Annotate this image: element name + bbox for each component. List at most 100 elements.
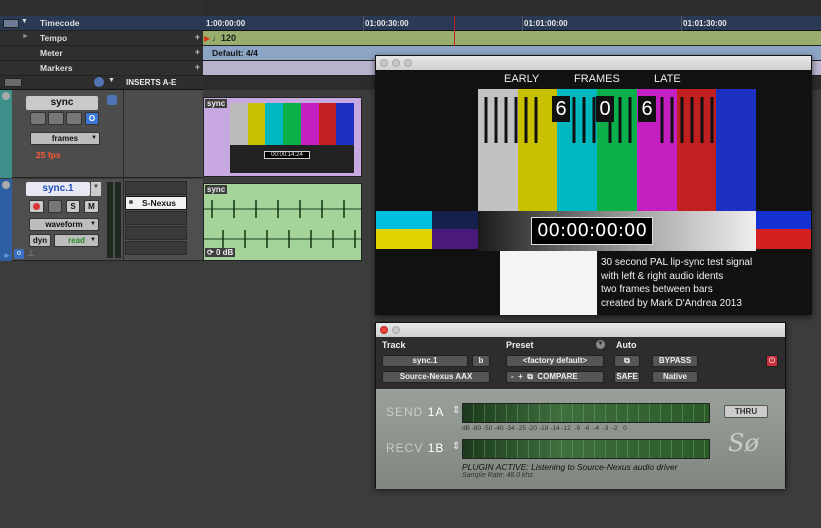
plugin-window[interactable]: Track Preset ▼ Auto sync.1 b <factory de… (375, 322, 786, 489)
track-button[interactable] (30, 112, 46, 125)
track-color-strip (0, 90, 12, 178)
timecode-ruler[interactable]: 1:00:00:00 01:00:30:00 01:01:00:00 01:01… (203, 16, 821, 31)
thumbnail-timecode: 00:00:14:24 (264, 151, 310, 159)
early-label: EARLY (504, 73, 540, 85)
plugin-body: SEND 1A ⇕ dB -80 -50 -40 -34 -25 -20 -18… (376, 389, 785, 489)
recv-level-meter (462, 439, 710, 459)
source-elements-logo: Sø (728, 429, 759, 457)
caption-line: with left & right audio idents (601, 270, 724, 282)
track-type-icon (2, 92, 10, 100)
dropdown-icon: ▼ (90, 221, 96, 227)
track-color-strip (0, 179, 12, 261)
track-section-label: Track (382, 340, 406, 350)
automation-mode-selector[interactable]: read ▼ (54, 234, 99, 247)
sample-rate-text: Sample Rate: 48.0 khz (462, 472, 533, 479)
solo-button[interactable]: S (66, 200, 80, 213)
insert-slot[interactable] (125, 181, 187, 195)
minimize-window-icon[interactable] (392, 59, 400, 67)
playlist-icon[interactable]: o (14, 249, 24, 259)
bypass-button[interactable]: BYPASS (652, 355, 698, 367)
add-tempo-icon[interactable]: + (195, 32, 200, 42)
disclosure-right-icon[interactable]: ► (22, 33, 29, 40)
track-name[interactable]: sync (26, 96, 98, 110)
elastic-audio-icon[interactable]: ⊥ (27, 248, 35, 259)
clip-name: sync (205, 185, 228, 194)
add-marker-icon[interactable]: + (195, 62, 200, 72)
close-window-icon[interactable] (380, 59, 388, 67)
caption-line: two frames between bars (601, 284, 713, 295)
tempo-marker-icon[interactable]: ▶ (204, 34, 210, 43)
frame-digit-center: 0 (596, 96, 614, 122)
clip-name: sync (205, 99, 228, 108)
disclosure-right-icon[interactable]: ► (3, 251, 11, 260)
auto-section-label: Auto (616, 340, 637, 350)
preset-selector[interactable]: <factory default> (506, 355, 604, 367)
ruler-menu-icon[interactable] (3, 19, 19, 28)
thru-button[interactable]: THRU (724, 405, 768, 418)
video-window-titlebar[interactable] (376, 56, 811, 70)
record-icon (33, 203, 40, 210)
insert-slot[interactable] (125, 226, 187, 240)
audio-clip[interactable]: sync ⟳ 0 dB (203, 183, 363, 261)
plugin-selector[interactable]: Source-Nexus AAX (382, 371, 490, 383)
white-block (500, 251, 597, 315)
clip-gain-label[interactable]: ⟳ 0 dB (205, 248, 236, 257)
online-button[interactable]: O (85, 112, 99, 125)
track-list-menu-icon[interactable] (4, 78, 22, 87)
native-button[interactable]: Native (652, 371, 698, 383)
insert-slot[interactable] (125, 241, 187, 255)
insert-slot[interactable] (125, 211, 187, 225)
dropdown-icon[interactable]: ▼ (108, 77, 115, 84)
frames-label: FRAMES (574, 73, 620, 85)
track-type-icon (2, 181, 10, 189)
input-monitor-button[interactable] (48, 200, 62, 213)
track-button[interactable] (66, 112, 82, 125)
track-name[interactable]: sync.1 (26, 182, 90, 196)
record-arm-button[interactable] (29, 200, 44, 213)
timecode-tick (681, 16, 682, 31)
preset-controls[interactable]: - + ⧉ COMPARE (506, 371, 604, 383)
track-selector[interactable]: sync.1 (382, 355, 468, 367)
ruler-meter-label: Meter (40, 48, 63, 58)
track-level-meter (107, 182, 113, 258)
safe-button[interactable]: SAFE (614, 371, 640, 383)
video-thumbnail: 00:00:14:24 (230, 103, 355, 173)
minimize-window-icon[interactable] (392, 326, 400, 334)
ruler-meter[interactable]: Meter + (0, 46, 203, 61)
mute-button[interactable]: M (84, 200, 99, 213)
dropdown-icon[interactable]: ▼ (91, 182, 101, 196)
insert-slot-s-nexus[interactable]: S-Nexus (125, 196, 187, 210)
video-clip[interactable]: sync 00:00:14:24 (203, 97, 362, 177)
track-button[interactable] (48, 112, 64, 125)
insert-name: S-Nexus (142, 198, 177, 208)
tempo-ruler[interactable]: ▶ ♩120 (203, 31, 821, 46)
track-insert-position[interactable]: b (472, 355, 490, 367)
recv-channel-stepper-icon[interactable]: ⇕ (452, 441, 460, 452)
ruler-tempo[interactable]: ► Tempo + (0, 31, 203, 46)
ruler-markers[interactable]: Markers + (0, 61, 203, 76)
track-header-sync-1[interactable]: sync.1 ▼ S M waveform ▼ dyn read ▼ ► o ⊥ (0, 179, 203, 261)
ruler-timecode[interactable]: ▼ Timecode (0, 16, 203, 31)
insert-indicator-icon (129, 200, 133, 204)
preset-menu-icon[interactable]: ▼ (596, 340, 605, 349)
track-view-selector[interactable]: frames ▼ (30, 132, 100, 145)
video-track-icon (107, 95, 117, 105)
video-window[interactable]: EARLY FRAMES LATE 6 0 6 00:00:00:00 30 s… (375, 55, 812, 315)
frame-digit-late: 6 (638, 96, 656, 122)
plugin-window-titlebar[interactable] (376, 323, 785, 337)
playhead[interactable] (454, 16, 455, 46)
late-label: LATE (654, 73, 681, 85)
lip-sync-ticks (484, 97, 714, 143)
plugin-power-icon[interactable]: ⏻ (766, 355, 778, 367)
dropdown-icon: ▼ (90, 237, 96, 243)
send-channel-stepper-icon[interactable]: ⇕ (452, 405, 460, 416)
close-window-icon[interactable] (380, 326, 388, 334)
view-selector-icon[interactable] (94, 77, 104, 87)
compare-icon-button[interactable]: ⧉ (614, 355, 640, 367)
disclosure-down-icon[interactable]: ▼ (21, 18, 28, 25)
add-meter-icon[interactable]: + (195, 47, 200, 57)
track-view-selector[interactable]: waveform ▼ (29, 218, 99, 231)
track-header-sync[interactable]: sync O frames ▼ 25 fps (0, 90, 203, 178)
track-level-meter (115, 182, 121, 258)
zoom-window-icon[interactable] (404, 59, 412, 67)
